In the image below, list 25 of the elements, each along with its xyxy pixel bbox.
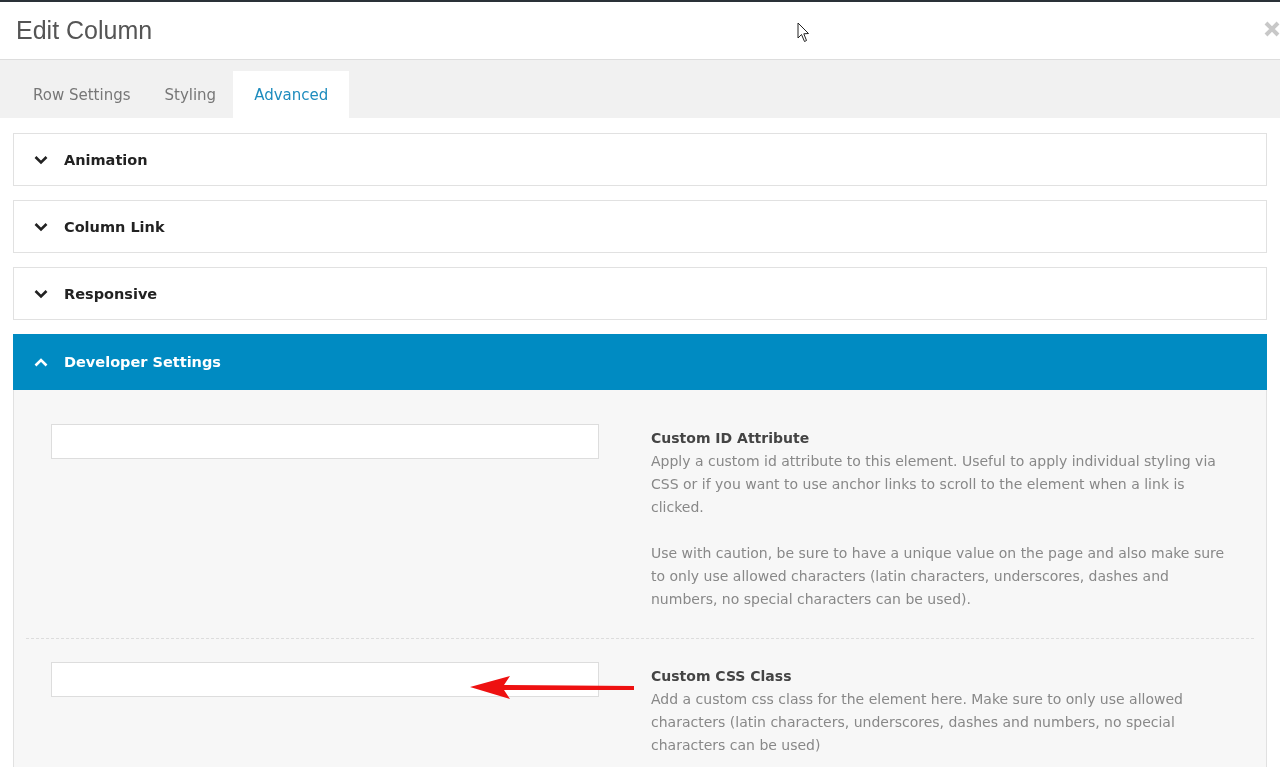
chevron-icon: [34, 288, 48, 299]
setting-description: Apply a custom id attribute to this element. Useful to apply individual styling via CSS or if you want to use anchor links to scroll to the element when a link is clicked.: [651, 452, 1217, 517]
chevron-icon: [34, 154, 48, 165]
tab[interactable]: Styling: [147, 71, 234, 118]
accordion-header[interactable]: Developer Settings: [13, 334, 1267, 390]
chevron-icon: [34, 221, 48, 232]
section-title: Animation: [64, 151, 148, 168]
accordion-header[interactable]: Animation: [13, 133, 1267, 186]
setting-label: Custom CSS Class: [651, 667, 793, 686]
setting-label: Custom ID Attribute: [651, 429, 811, 448]
chevron-icon: [34, 357, 48, 367]
setting-description: Use with caution, be sure to have a unique value on the page and also make sure to only use allowed characters (latin characters, underscores, dashes and numbers, no special characters can be used).: [651, 544, 1226, 609]
section-title: Responsive: [64, 285, 158, 302]
close-icon[interactable]: [1264, 20, 1280, 37]
accordion-header[interactable]: Column Link: [13, 200, 1267, 253]
mouse-cursor-icon: [797, 22, 810, 43]
text-input-field[interactable]: [51, 424, 599, 459]
setting-description: Add a custom css class for the element here. Make sure to only use allowed characters (latin characters, underscores, dashes and numbers, no special characters can be used): [651, 690, 1184, 755]
tab[interactable]: Advanced: [233, 71, 350, 118]
section-title: Developer Settings: [64, 354, 221, 370]
text-input-field[interactable]: [51, 662, 599, 697]
section-title: Column Link: [64, 218, 165, 235]
tab[interactable]: Row Settings: [16, 71, 148, 118]
dialog-title: Edit Column: [16, 16, 153, 45]
accordion-header[interactable]: Responsive: [13, 267, 1267, 320]
